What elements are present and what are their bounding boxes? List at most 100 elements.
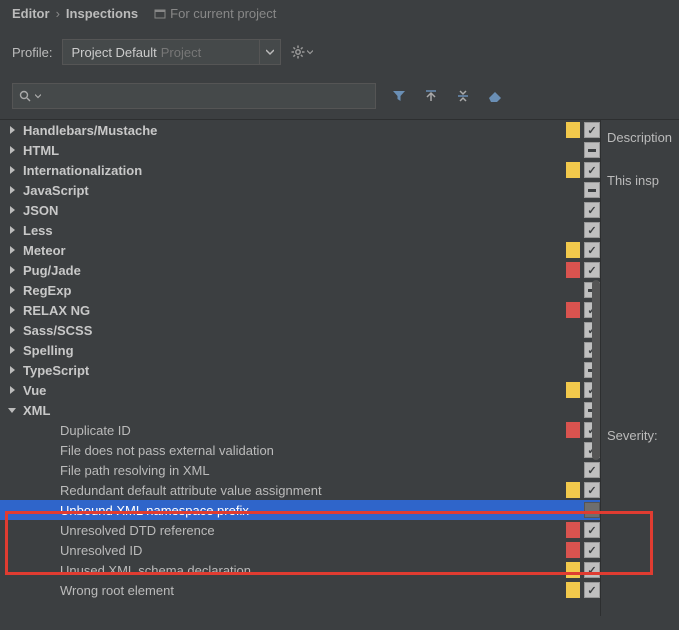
eraser-icon [487,90,503,102]
severity-swatch [566,142,580,158]
severity-swatch [566,362,580,378]
tree-row[interactable]: Spelling✓ [0,340,600,360]
expand-arrow-icon[interactable] [5,243,19,257]
severity-swatch [566,322,580,338]
arrow-placeholder [42,523,56,537]
gear-icon [291,45,305,59]
severity-label: Severity: [607,428,673,443]
tree-row-label: Redundant default attribute value assign… [60,483,566,498]
tree-row[interactable]: File does not pass external validation✓ [0,440,600,460]
current-project-label: For current project [154,6,276,21]
inspection-checkbox[interactable]: ✓ [584,582,600,598]
expand-arrow-icon[interactable] [5,263,19,277]
tree-row[interactable]: Unused XML schema declaration✓ [0,560,600,580]
inspection-checkbox[interactable] [584,142,600,158]
tree-row-label: TypeScript [23,363,566,378]
expand-arrow-icon[interactable] [5,223,19,237]
breadcrumb-editor[interactable]: Editor [12,6,50,21]
tree-row[interactable]: HTML [0,140,600,160]
severity-swatch [566,222,580,238]
tree-row[interactable]: Pug/Jade✓ [0,260,600,280]
expand-arrow-icon[interactable] [5,303,19,317]
tree-row[interactable]: Meteor ✓ [0,240,600,260]
severity-swatch [566,122,580,138]
severity-swatch [566,522,580,538]
expand-arrow-icon[interactable] [5,383,19,397]
tree-row[interactable]: Unresolved ID✓ [0,540,600,560]
severity-swatch [566,482,580,498]
severity-swatch [566,442,580,458]
inspection-checkbox[interactable]: ✓ [584,202,600,218]
expand-arrow-icon[interactable] [5,343,19,357]
tree-row[interactable]: Handlebars/Mustache✓ [0,120,600,140]
severity-swatch [566,402,580,418]
expand-arrow-icon[interactable] [5,183,19,197]
tree-row[interactable]: Sass/SCSS✓ [0,320,600,340]
inspection-checkbox[interactable]: ✓ [584,462,600,478]
tree-row[interactable]: Vue✓ [0,380,600,400]
tree-row-label: Sass/SCSS [23,323,566,338]
tree-row[interactable]: Less✓ [0,220,600,240]
inspection-tree[interactable]: Handlebars/Mustache✓HTMLInternationaliza… [0,120,601,616]
expand-arrow-icon[interactable] [5,283,19,297]
tree-row[interactable]: Unbound XML namespace prefix [0,500,600,520]
inspection-checkbox[interactable]: ✓ [584,162,600,178]
chevron-down-icon [307,49,313,55]
reset-button[interactable] [486,87,504,105]
tree-row[interactable]: TypeScript [0,360,600,380]
expand-arrow-icon[interactable] [5,143,19,157]
tree-row[interactable]: JSON✓ [0,200,600,220]
tree-row[interactable]: Wrong root element✓ [0,580,600,600]
severity-swatch [566,422,580,438]
tree-row-label: Duplicate ID [60,423,566,438]
filter-button[interactable] [390,87,408,105]
profile-name: Project Default [71,45,156,60]
inspection-checkbox[interactable]: ✓ [584,122,600,138]
tree-row[interactable]: Redundant default attribute value assign… [0,480,600,500]
tree-row[interactable]: Internationalization✓ [0,160,600,180]
inspection-checkbox[interactable]: ✓ [584,242,600,258]
profile-dropdown-button[interactable] [259,40,280,64]
tree-row-label: Meteor [23,243,566,258]
expand-icon [424,89,438,103]
inspection-checkbox[interactable]: ✓ [584,482,600,498]
inspection-checkbox[interactable] [584,182,600,198]
profile-settings-button[interactable] [291,45,313,59]
search-input[interactable] [45,85,369,107]
description-heading: Description [607,130,673,145]
tree-row-label: Unbound XML namespace prefix [60,503,566,518]
severity-swatch [566,262,580,278]
tree-scrollbar[interactable] [592,280,600,460]
expand-all-button[interactable] [422,87,440,105]
expand-arrow-icon[interactable] [5,363,19,377]
breadcrumb-inspections[interactable]: Inspections [66,6,138,21]
tree-row[interactable]: XML [0,400,600,420]
expand-arrow-icon[interactable] [5,203,19,217]
severity-swatch [566,462,580,478]
tree-row-label: Spelling [23,343,566,358]
inspection-checkbox[interactable]: ✓ [584,262,600,278]
inspection-checkbox[interactable]: ✓ [584,562,600,578]
tree-row[interactable]: Duplicate ID✓ [0,420,600,440]
tree-row[interactable]: File path resolving in XML ✓ [0,460,600,480]
tree-row[interactable]: RELAX NG✓ [0,300,600,320]
inspection-checkbox[interactable]: ✓ [584,542,600,558]
expand-arrow-icon[interactable] [5,123,19,137]
inspection-checkbox[interactable] [584,502,600,518]
chevron-down-icon [35,93,41,99]
search-icon [19,90,31,102]
severity-swatch [566,182,580,198]
expand-arrow-icon[interactable] [5,323,19,337]
tree-row[interactable]: JavaScript [0,180,600,200]
expand-arrow-icon[interactable] [5,163,19,177]
inspection-checkbox[interactable]: ✓ [584,522,600,538]
collapse-all-button[interactable] [454,87,472,105]
tree-row[interactable]: Unresolved DTD reference✓ [0,520,600,540]
tree-row-label: File path resolving in XML [60,463,566,478]
tree-row[interactable]: RegExp [0,280,600,300]
profile-dropdown[interactable]: Project Default Project [62,39,281,65]
inspection-checkbox[interactable]: ✓ [584,222,600,238]
search-input-wrapper[interactable] [12,83,376,109]
severity-swatch [566,342,580,358]
collapse-arrow-icon[interactable] [5,403,19,417]
